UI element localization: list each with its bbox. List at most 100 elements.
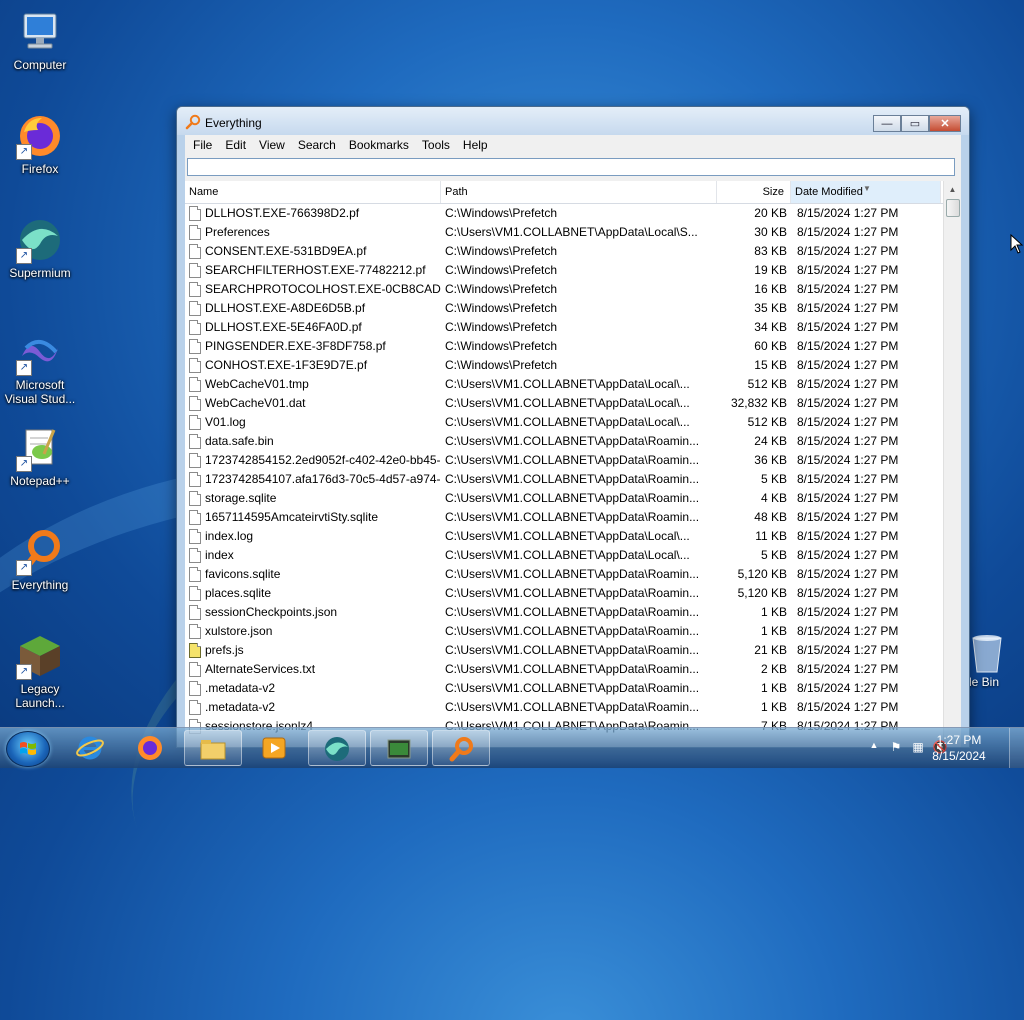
file-icon xyxy=(189,415,201,430)
desktop-icon-recycle-bin[interactable]: cle Bin xyxy=(963,630,1023,689)
action-center-flag-icon[interactable]: ⚑ xyxy=(888,740,904,756)
row-name-text: Preferences xyxy=(205,225,270,239)
supermium-icon: ↗ xyxy=(16,216,64,264)
table-row[interactable]: storage.sqlite C:\Users\VM1.COLLABNET\App… xyxy=(185,489,961,508)
row-size: 60 KB xyxy=(754,339,787,353)
menu-file[interactable]: File xyxy=(187,135,219,155)
show-hidden-icon[interactable]: ▲ xyxy=(866,740,882,756)
row-size: 32,832 KB xyxy=(730,396,787,410)
column-header-date-modified[interactable]: ▼ Date Modified xyxy=(791,181,941,203)
row-name: DLLHOST.EXE-A8DE6D5B.pf xyxy=(185,299,441,318)
taskbar-clock[interactable]: 1:27 PM 8/15/2024 xyxy=(924,732,994,764)
file-icon xyxy=(189,434,201,449)
desktop-icon-legacy-launcher[interactable]: ↗ Legacy Launch... xyxy=(2,632,78,710)
taskbar-firefox[interactable] xyxy=(122,730,178,766)
everything-window: Everything — ▭ ✕ File Edit View Search B… xyxy=(176,106,970,748)
shortcut-arrow-icon: ↗ xyxy=(16,456,32,472)
row-date: 8/15/2024 1:27 PM xyxy=(797,605,899,619)
row-name: index xyxy=(185,546,441,565)
table-row[interactable]: index C:\Users\VM1.COLLABNET\AppData\Loca… xyxy=(185,546,961,565)
file-icon xyxy=(189,339,201,354)
table-row[interactable]: PINGSENDER.EXE-3F8DF758.pf C:\Windows\Pre… xyxy=(185,337,961,356)
menu-edit[interactable]: Edit xyxy=(219,135,253,155)
table-row[interactable]: CONSENT.EXE-531BD9EA.pf C:\Windows\Prefet… xyxy=(185,242,961,261)
row-size: 5,120 KB xyxy=(737,567,787,581)
row-name-text: index xyxy=(205,548,234,562)
table-row[interactable]: 1723742854107.afa176d3-70c5-4d57-a974-..… xyxy=(185,470,961,489)
scroll-thumb[interactable] xyxy=(946,199,960,217)
table-row[interactable]: DLLHOST.EXE-766398D2.pf C:\Windows\Prefet… xyxy=(185,204,961,223)
table-row[interactable]: V01.log C:\Users\VM1.COLLABNET\AppData\Lo… xyxy=(185,413,961,432)
row-name-text: DLLHOST.EXE-5E46FA0D.pf xyxy=(205,320,362,334)
column-header-size[interactable]: Size xyxy=(717,181,791,203)
desktop-icon-firefox[interactable]: ↗ Firefox xyxy=(2,112,78,176)
table-row[interactable]: xulstore.json C:\Users\VM1.COLLABNET\AppD… xyxy=(185,622,961,641)
row-path: C:\Users\VM1.COLLABNET\AppData\Roamin... xyxy=(445,453,700,467)
show-desktop-button[interactable] xyxy=(1009,728,1024,768)
table-row[interactable]: AlternateServices.txt C:\Users\VM1.COLLAB… xyxy=(185,660,961,679)
media-player-icon xyxy=(262,737,286,759)
taskbar-internet-explorer[interactable] xyxy=(62,730,118,766)
table-row[interactable]: WebCacheV01.tmp C:\Users\VM1.COLLABNET\Ap… xyxy=(185,375,961,394)
desktop-icon-computer[interactable]: Computer xyxy=(2,8,78,72)
table-row[interactable]: DLLHOST.EXE-A8DE6D5B.pf C:\Windows\Prefet… xyxy=(185,299,961,318)
row-name-text: V01.log xyxy=(205,415,246,429)
start-button[interactable] xyxy=(6,731,50,767)
file-icon xyxy=(189,681,201,696)
row-name: xulstore.json xyxy=(185,622,441,641)
desktop-icon-supermium[interactable]: ↗ Supermium xyxy=(2,216,78,280)
firefox-icon xyxy=(138,736,162,760)
menu-tools[interactable]: Tools xyxy=(416,135,457,155)
desktop-icon-notepadpp[interactable]: ↗ Notepad++ xyxy=(2,424,78,488)
table-row[interactable]: data.safe.bin C:\Users\VM1.COLLABNET\AppD… xyxy=(185,432,961,451)
title-bar[interactable]: Everything — ▭ ✕ xyxy=(177,107,969,135)
taskbar-file-explorer[interactable] xyxy=(184,730,242,766)
row-date: 8/15/2024 1:27 PM xyxy=(797,282,899,296)
column-header-path[interactable]: Path xyxy=(441,181,717,203)
table-row[interactable]: .metadata-v2 C:\Users\VM1.COLLABNET\AppDa… xyxy=(185,679,961,698)
close-button[interactable]: ✕ xyxy=(929,115,961,132)
menu-search[interactable]: Search xyxy=(292,135,343,155)
table-row[interactable]: 1723742854152.2ed9052f-c402-42e0-bb45-..… xyxy=(185,451,961,470)
table-row[interactable]: SEARCHFILTERHOST.EXE-77482212.pf C:\Windo… xyxy=(185,261,961,280)
table-row[interactable]: Preferences C:\Users\VM1.COLLABNET\AppDat… xyxy=(185,223,961,242)
minimize-button[interactable]: — xyxy=(873,115,901,132)
menu-view[interactable]: View xyxy=(253,135,292,155)
row-size: 19 KB xyxy=(754,263,787,277)
table-row[interactable]: SEARCHPROTOCOLHOST.EXE-0CB8CADE... C:\Win… xyxy=(185,280,961,299)
table-row[interactable]: CONHOST.EXE-1F3E9D7E.pf C:\Windows\Prefet… xyxy=(185,356,961,375)
row-name: prefs.js xyxy=(185,641,441,660)
vertical-scrollbar[interactable]: ▲ xyxy=(943,181,961,747)
table-row[interactable]: prefs.js C:\Users\VM1.COLLABNET\AppData\R… xyxy=(185,641,961,660)
table-row[interactable]: sessionCheckpoints.json C:\Users\VM1.COLL… xyxy=(185,603,961,622)
table-row[interactable]: DLLHOST.EXE-5E46FA0D.pf C:\Windows\Prefet… xyxy=(185,318,961,337)
menu-bar: File Edit View Search Bookmarks Tools He… xyxy=(185,135,961,155)
menu-help[interactable]: Help xyxy=(457,135,495,155)
scroll-up-arrow-icon[interactable]: ▲ xyxy=(944,181,961,198)
taskbar-everything[interactable] xyxy=(432,730,490,766)
menu-bookmarks[interactable]: Bookmarks xyxy=(343,135,416,155)
table-row[interactable]: 1657114595AmcateirvtiSty.sqlite C:\Users\… xyxy=(185,508,961,527)
table-row[interactable]: places.sqlite C:\Users\VM1.COLLABNET\AppD… xyxy=(185,584,961,603)
table-row[interactable]: index.log C:\Users\VM1.COLLABNET\AppData\… xyxy=(185,527,961,546)
table-row[interactable]: favicons.sqlite C:\Users\VM1.COLLABNET\Ap… xyxy=(185,565,961,584)
row-size: 20 KB xyxy=(754,206,787,220)
row-path: C:\Users\VM1.COLLABNET\AppData\Roamin... xyxy=(445,700,700,714)
row-size: 34 KB xyxy=(754,320,787,334)
table-row[interactable]: .metadata-v2 C:\Users\VM1.COLLABNET\AppDa… xyxy=(185,698,961,717)
row-name: AlternateServices.txt xyxy=(185,660,441,679)
table-row[interactable]: WebCacheV01.dat C:\Users\VM1.COLLABNET\Ap… xyxy=(185,394,961,413)
row-path: C:\Users\VM1.COLLABNET\AppData\Roamin... xyxy=(445,681,700,695)
taskbar-notepadpp[interactable] xyxy=(370,730,428,766)
taskbar-supermium[interactable] xyxy=(308,730,366,766)
row-date: 8/15/2024 1:27 PM xyxy=(797,206,899,220)
taskbar-media-player[interactable] xyxy=(246,730,302,766)
windows-logo-icon xyxy=(20,742,36,755)
search-input[interactable] xyxy=(187,158,955,176)
desktop-icon-everything[interactable]: ↗ Everything xyxy=(2,528,78,592)
maximize-button[interactable]: ▭ xyxy=(901,115,929,132)
column-header-name[interactable]: Name xyxy=(185,181,441,203)
row-name: 1657114595AmcateirvtiSty.sqlite xyxy=(185,508,441,527)
file-icon xyxy=(189,624,201,639)
desktop-icon-visual-studio[interactable]: ↗ Microsoft Visual Stud... xyxy=(2,328,78,406)
